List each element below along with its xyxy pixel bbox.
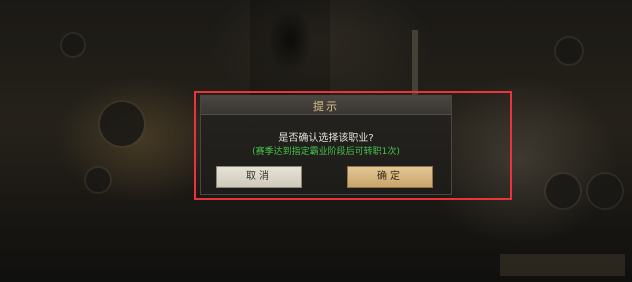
confirm-button[interactable]: 确定 — [347, 166, 433, 188]
class-change-hint: (赛季达到指定霸业阶段后可转职1次) — [252, 147, 400, 157]
cancel-button[interactable]: 取消 — [216, 166, 302, 188]
dialog-title: 提示 — [313, 100, 339, 113]
confirm-question: 是否确认选择该职业? — [278, 133, 374, 144]
dialog-header: 提示 — [201, 96, 451, 115]
confirm-dialog: 提示 是否确认选择该职业? (赛季达到指定霸业阶段后可转职1次) 取消 确定 — [200, 95, 452, 195]
